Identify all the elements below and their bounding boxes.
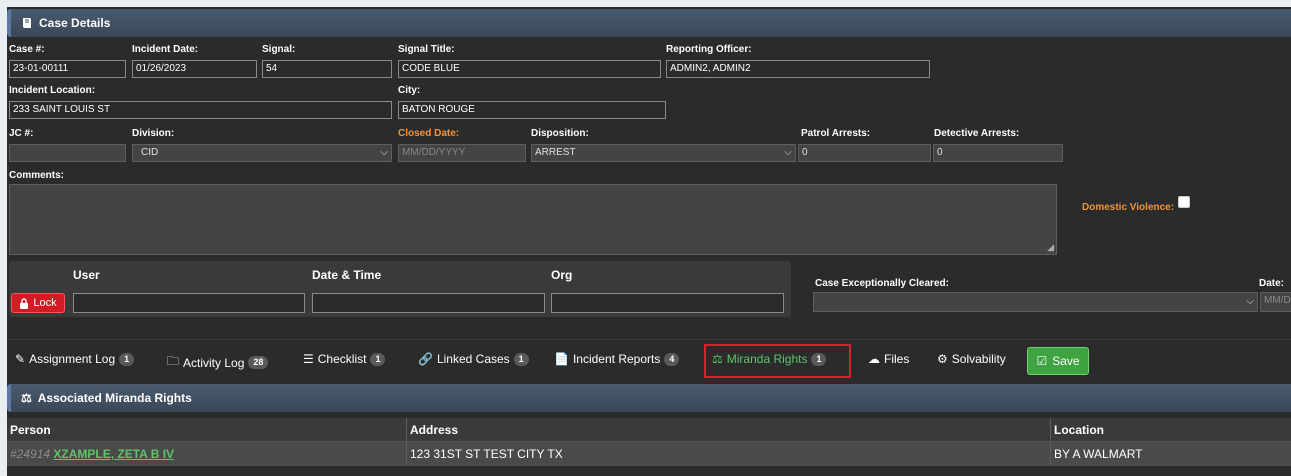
tab-activity-log[interactable]: 🗀 Activity Log 28 (167, 352, 269, 373)
user-column-header: User (73, 268, 100, 282)
disposition-value: ARREST (535, 147, 576, 158)
lock-user-field[interactable] (73, 293, 305, 313)
chevron-down-icon: ⌵ (380, 147, 388, 158)
case-page: Case Details Case #: 23-01-00111 Inciden… (7, 7, 1291, 476)
count-badge: 4 (664, 352, 680, 366)
disposition-select[interactable]: ARREST ⌵ (531, 144, 796, 162)
file-icon: 📄 (554, 352, 569, 366)
domestic-violence-label: Domestic Violence: (1082, 202, 1175, 213)
incident-date-label: Incident Date: (132, 44, 199, 55)
miranda-table-header: Person Address Location (7, 418, 1291, 442)
closed-date-label: Closed Date: (398, 128, 460, 139)
cloud-upload-icon: ☁ (868, 352, 880, 366)
incident-location-field[interactable]: 233 SAINT LOUIS ST (9, 101, 392, 119)
table-row: #24914 XZAMPLE, ZETA B IV 123 31ST ST TE… (7, 442, 1291, 466)
tab-solvability[interactable]: ⚙ Solvability (937, 352, 1006, 366)
chevron-down-icon: ⌵ (1246, 296, 1254, 307)
domestic-violence-checkbox[interactable] (1178, 196, 1190, 208)
link-icon: 🔗 (418, 352, 433, 366)
miranda-rights-title: Associated Miranda Rights (37, 391, 192, 405)
gear-icon: ⚙ (937, 352, 948, 366)
person-cell: #24914 XZAMPLE, ZETA B IV (7, 442, 407, 466)
lock-org-field[interactable] (551, 293, 784, 313)
jc-field[interactable] (9, 144, 126, 162)
cleared-date-field[interactable]: MM/DD/YYYY (1260, 292, 1291, 312)
case-details-header: Case Details (7, 9, 1291, 37)
lock-button-label: Lock (33, 297, 57, 309)
tab-linked-cases[interactable]: 🔗 Linked Cases 1 (418, 352, 529, 366)
case-exceptionally-cleared-label: Case Exceptionally Cleared: (815, 278, 949, 289)
incident-date-field[interactable]: 01/26/2023 (132, 60, 257, 78)
address-column-header[interactable]: Address (407, 418, 1051, 442)
tab-label: Assignment Log (29, 352, 116, 366)
patrol-arrests-field[interactable]: 0 (798, 144, 931, 162)
resize-grip-icon: ◢ (1047, 242, 1054, 252)
jc-label: JC #: (9, 128, 34, 139)
tab-incident-reports[interactable]: 📄 Incident Reports 4 (554, 352, 680, 366)
lock-datetime-field[interactable] (312, 293, 545, 313)
tab-label: Activity Log (183, 355, 245, 370)
tab-label: Linked Cases (436, 352, 510, 366)
save-button[interactable]: ☑ Save (1027, 347, 1089, 375)
signal-title-label: Signal Title: (398, 44, 455, 55)
tab-label: Incident Reports (572, 352, 661, 366)
save-button-label: Save (1052, 354, 1080, 368)
location-column-header[interactable]: Location (1051, 418, 1291, 442)
case-details-title: Case Details (39, 16, 111, 30)
person-column-header[interactable]: Person (7, 418, 407, 442)
tab-bar: ✎ Assignment Log 1 🗀 Activity Log 28 ☰ C… (7, 339, 1291, 381)
tab-label: Checklist (317, 352, 367, 366)
lock-button[interactable]: Lock (11, 293, 65, 313)
count-badge: 1 (513, 352, 529, 366)
signal-title-field[interactable]: CODE BLUE (398, 60, 661, 78)
tab-assignment-log[interactable]: ✎ Assignment Log 1 (15, 352, 135, 366)
person-link[interactable]: XZAMPLE, ZETA B IV (53, 447, 174, 461)
case-no-label: Case #: (9, 44, 45, 55)
lock-icon (20, 297, 29, 309)
datetime-column-header: Date & Time (312, 268, 382, 282)
org-column-header: Org (551, 268, 573, 282)
detective-arrests-label: Detective Arrests: (934, 128, 1020, 139)
case-exceptionally-cleared-select[interactable]: ⌵ (813, 292, 1258, 312)
disposition-label: Disposition: (531, 128, 589, 139)
pencil-icon: ✎ (15, 352, 26, 366)
list-icon: ☰ (303, 352, 314, 366)
division-label: Division: (132, 128, 175, 139)
tab-label: Files (884, 352, 910, 366)
check-square-icon: ☑ (1036, 354, 1048, 368)
reporting-officer-label: Reporting Officer: (666, 44, 752, 55)
detective-arrests-field[interactable]: 0 (933, 144, 1063, 162)
cleared-date-label: Date: (1259, 278, 1285, 289)
folder-icon: 🗀 (167, 354, 180, 368)
miranda-rights-header: ⚖ Associated Miranda Rights (7, 384, 1291, 412)
count-badge: 1 (119, 352, 135, 366)
tab-files[interactable]: ☁ Files (868, 352, 909, 366)
signal-label: Signal: (262, 44, 296, 55)
division-select[interactable]: CID ⌵ (132, 144, 392, 162)
tab-label: Solvability (951, 352, 1006, 366)
comments-label: Comments: (9, 170, 65, 181)
city-label: City: (398, 85, 421, 96)
comments-textarea[interactable]: ◢ (9, 184, 1057, 255)
closed-date-field[interactable]: MM/DD/YYYY (398, 144, 526, 162)
active-tab-highlight (704, 344, 851, 378)
address-cell: 123 31ST ST TEST CITY TX (407, 442, 1051, 466)
incident-location-label: Incident Location: (9, 85, 96, 96)
city-field[interactable]: BATON ROUGE (398, 101, 666, 119)
reporting-officer-field[interactable]: ADMIN2, ADMIN2 (666, 60, 930, 78)
case-no-field[interactable]: 23-01-00111 (9, 60, 126, 78)
count-badge: 28 (248, 356, 269, 369)
signal-field[interactable]: 54 (262, 60, 392, 78)
count-badge: 1 (370, 352, 386, 366)
chevron-down-icon: ⌵ (784, 147, 792, 158)
person-id: #24914 (10, 447, 51, 461)
division-value: CID (141, 147, 159, 158)
patrol-arrests-label: Patrol Arrests: (801, 128, 871, 139)
book-icon (23, 18, 31, 28)
balance-scale-icon: ⚖ (21, 391, 32, 405)
tab-checklist[interactable]: ☰ Checklist 1 (303, 352, 386, 366)
location-cell: BY A WALMART (1054, 447, 1143, 461)
